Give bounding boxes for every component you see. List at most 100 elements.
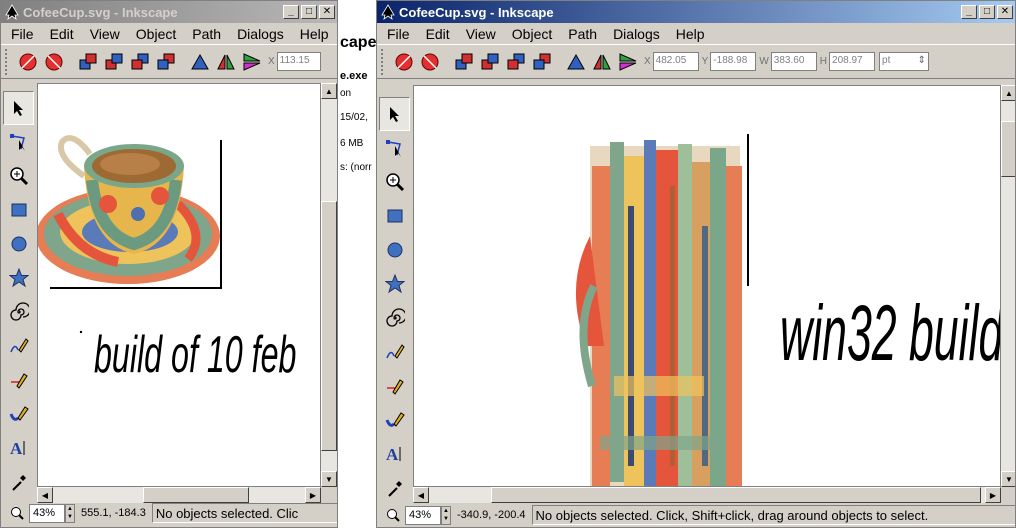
menu-view[interactable]: View	[458, 26, 504, 42]
rectangle-tool-icon[interactable]	[3, 193, 34, 227]
rotate-ccw-icon[interactable]	[15, 49, 40, 74]
toolbar-grip[interactable]	[5, 48, 11, 75]
background-text: e.exe	[340, 70, 368, 82]
calligraphy-tool-icon[interactable]	[379, 403, 410, 437]
horizontal-scroll-thumb[interactable]	[491, 487, 981, 503]
menu-dialogs[interactable]: Dialogs	[229, 26, 292, 42]
menu-path[interactable]: Path	[560, 26, 605, 42]
title-bar[interactable]: CofeeCup.svg - Inkscape _ □ ✕	[1, 1, 337, 23]
status-message: No objects selected. Click, Shift+click,…	[531, 505, 1015, 525]
rectangle-tool-icon[interactable]	[379, 199, 410, 233]
menu-view[interactable]: View	[82, 26, 128, 42]
lower-icon[interactable]	[127, 49, 152, 74]
scroll-down-icon[interactable]: ▼	[1001, 471, 1015, 487]
star-tool-icon[interactable]	[3, 261, 34, 295]
minimize-button[interactable]: _	[283, 5, 299, 19]
menu-object[interactable]: Object	[504, 26, 560, 42]
raise-icon[interactable]	[101, 49, 126, 74]
vertical-scroll-thumb[interactable]	[321, 201, 337, 451]
flip-vertical-icon[interactable]	[615, 49, 640, 74]
zoom-tool-icon[interactable]	[3, 159, 34, 193]
dropper-tool-icon[interactable]	[3, 465, 34, 499]
zoom-tool-icon[interactable]	[379, 165, 410, 199]
canvas-text[interactable]: build of 10 feb	[94, 326, 296, 384]
lower-to-bottom-icon[interactable]	[153, 49, 178, 74]
horizontal-scrollbar[interactable]: ◀ ▶	[413, 487, 1001, 503]
text-tool-icon[interactable]: A	[379, 437, 410, 471]
flip-horizontal-icon[interactable]	[213, 49, 238, 74]
maximize-button[interactable]: □	[979, 5, 995, 19]
close-button[interactable]: ✕	[319, 5, 335, 19]
pencil-tool-icon[interactable]	[3, 329, 34, 363]
canvas-text[interactable]: win32 build	[780, 289, 1001, 378]
rotate-ccw-icon[interactable]	[391, 49, 416, 74]
x-label: X	[268, 56, 275, 67]
lower-to-bottom-icon[interactable]	[529, 49, 554, 74]
vertical-scrollbar[interactable]: ▲ ▼	[1001, 85, 1015, 487]
rotate-cw-icon[interactable]	[417, 49, 442, 74]
dropper-tool-icon[interactable]	[379, 471, 410, 505]
scroll-up-icon[interactable]: ▲	[321, 83, 337, 99]
flip-vertical-icon[interactable]	[239, 49, 264, 74]
raise-to-top-icon[interactable]	[451, 49, 476, 74]
scroll-right-icon[interactable]: ▶	[985, 487, 1001, 503]
lower-icon[interactable]	[503, 49, 528, 74]
scroll-up-icon[interactable]: ▲	[1001, 85, 1015, 101]
selector-tool-icon[interactable]	[379, 97, 410, 131]
drawing-canvas[interactable]: build of 10 feb	[37, 83, 321, 487]
text-tool-icon[interactable]: A	[3, 431, 34, 465]
menu-dialogs[interactable]: Dialogs	[605, 26, 668, 42]
star-tool-icon[interactable]	[379, 267, 410, 301]
status-bar: 43% ▲ ▼ -340.9, -200.4 No objects selecte…	[377, 503, 1015, 527]
selector-tool-icon[interactable]	[3, 91, 34, 125]
pen-tool-icon[interactable]	[3, 363, 34, 397]
title-bar[interactable]: CofeeCup.svg - Inkscape _ □ ✕	[377, 1, 1015, 23]
menu-help[interactable]: Help	[292, 26, 337, 42]
rotate-90-icon[interactable]	[563, 49, 588, 74]
maximize-button[interactable]: □	[301, 5, 317, 19]
spiral-tool-icon[interactable]	[379, 301, 410, 335]
zoom-field[interactable]: 43%	[405, 505, 441, 525]
vertical-scrollbar[interactable]: ▲ ▼	[321, 83, 337, 487]
vertical-scroll-thumb[interactable]	[1001, 121, 1015, 177]
flip-horizontal-icon[interactable]	[589, 49, 614, 74]
toolbar-grip[interactable]	[381, 48, 387, 75]
menu-help[interactable]: Help	[668, 26, 713, 42]
ellipse-tool-icon[interactable]	[3, 227, 34, 261]
menu-object[interactable]: Object	[128, 26, 184, 42]
rotate-cw-icon[interactable]	[41, 49, 66, 74]
scroll-down-icon[interactable]: ▼	[321, 471, 337, 487]
calligraphy-tool-icon[interactable]	[3, 397, 34, 431]
y-field[interactable]: -188.98	[710, 52, 757, 71]
zoom-icon[interactable]	[7, 504, 27, 522]
close-button[interactable]: ✕	[997, 5, 1013, 19]
pencil-tool-icon[interactable]	[379, 335, 410, 369]
scroll-left-icon[interactable]: ◀	[413, 487, 429, 503]
menu-edit[interactable]: Edit	[418, 26, 458, 42]
node-tool-icon[interactable]	[379, 131, 410, 165]
glitched-coffee-cup-drawing[interactable]: win32 build	[414, 86, 1001, 487]
drawing-canvas[interactable]: win32 build	[413, 85, 1001, 487]
menu-path[interactable]: Path	[184, 26, 229, 42]
raise-icon[interactable]	[477, 49, 502, 74]
zoom-field[interactable]: 43%	[29, 503, 65, 523]
node-tool-icon[interactable]	[3, 125, 34, 159]
minimize-button[interactable]: _	[961, 5, 977, 19]
ellipse-tool-icon[interactable]	[379, 233, 410, 267]
raise-to-top-icon[interactable]	[75, 49, 100, 74]
width-field[interactable]: 383.60	[770, 52, 817, 71]
x-field[interactable]: 113.15	[276, 52, 321, 71]
menu-file[interactable]: File	[379, 26, 418, 42]
spiral-tool-icon[interactable]	[3, 295, 34, 329]
rotate-90-icon[interactable]	[187, 49, 212, 74]
x-field[interactable]: 482.05	[652, 52, 699, 71]
coffee-cup-drawing[interactable]: build of 10 feb	[38, 84, 321, 487]
zoom-spinner[interactable]: ▲ ▼	[65, 503, 75, 523]
menu-file[interactable]: File	[3, 26, 42, 42]
zoom-icon[interactable]	[383, 506, 403, 524]
unit-select[interactable]: pt ⇕	[879, 52, 930, 71]
pen-tool-icon[interactable]	[379, 369, 410, 403]
height-field[interactable]: 208.97	[829, 52, 876, 71]
zoom-spinner[interactable]: ▲ ▼	[441, 505, 451, 525]
menu-edit[interactable]: Edit	[42, 26, 82, 42]
